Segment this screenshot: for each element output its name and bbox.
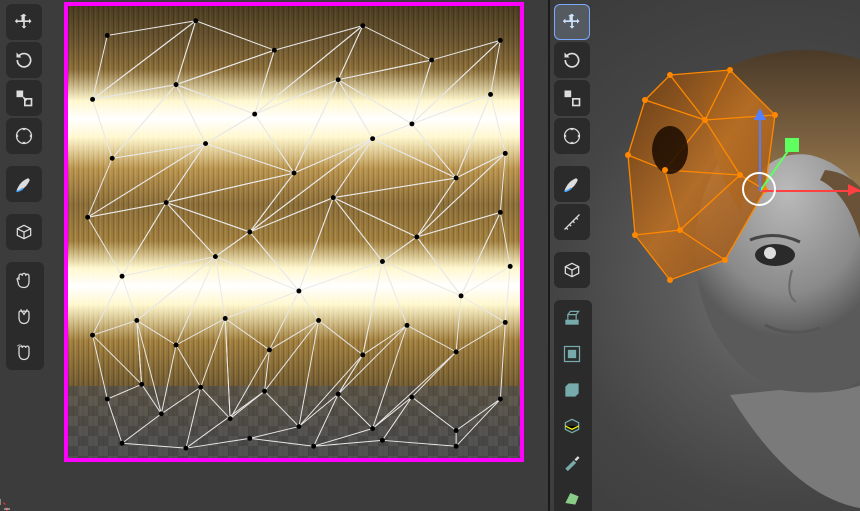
annotate-tool[interactable] xyxy=(6,166,42,202)
loopcut-tool[interactable] xyxy=(554,408,590,444)
cube-icon xyxy=(14,222,34,242)
knife-tool[interactable] xyxy=(554,444,590,480)
viewport-toolbar xyxy=(554,4,592,511)
extrude-tool[interactable] xyxy=(554,300,590,336)
mesh-group xyxy=(554,300,592,511)
uv-toolbar xyxy=(6,4,44,370)
polybuild-tool[interactable] xyxy=(554,480,590,511)
gizmo-x-arrow-icon xyxy=(848,184,860,196)
scale-tool[interactable] xyxy=(6,80,42,116)
polybuild-icon xyxy=(562,488,582,508)
cursor-2d-icon xyxy=(0,497,12,511)
measure-icon xyxy=(562,212,582,232)
scale-tool[interactable] xyxy=(554,80,590,116)
grab-tool[interactable] xyxy=(6,262,42,298)
pinch-icon xyxy=(14,306,34,326)
bevel-icon xyxy=(562,380,582,400)
uv-canvas[interactable] xyxy=(64,2,524,462)
uv-editor-pane xyxy=(0,0,550,511)
pinch-tool[interactable] xyxy=(6,298,42,334)
viewport-pane xyxy=(550,0,860,511)
inset-tool[interactable] xyxy=(554,336,590,372)
translate-gizmo[interactable] xyxy=(700,130,820,250)
uv-mesh-overlay xyxy=(68,6,520,458)
relax-icon xyxy=(14,342,34,362)
relax-tool[interactable] xyxy=(6,334,42,370)
move-icon xyxy=(14,12,34,32)
rotate-icon xyxy=(562,50,582,70)
rotate-tool[interactable] xyxy=(6,42,42,78)
move-tool[interactable] xyxy=(6,4,42,40)
scale-icon xyxy=(562,88,582,108)
inset-icon xyxy=(562,344,582,364)
scale-icon xyxy=(14,88,34,108)
move-tool[interactable] xyxy=(554,4,590,40)
annotate-icon xyxy=(14,174,34,194)
move-icon xyxy=(562,12,582,32)
knife-icon xyxy=(562,452,582,472)
transform-tool[interactable] xyxy=(6,118,42,154)
transform-icon xyxy=(14,126,34,146)
gizmo-center-icon[interactable] xyxy=(742,172,776,206)
grab-icon xyxy=(14,270,34,290)
rotate-tool[interactable] xyxy=(554,42,590,78)
bevel-tool[interactable] xyxy=(554,372,590,408)
cube-tool[interactable] xyxy=(6,214,42,250)
rotate-icon xyxy=(14,50,34,70)
measure-tool[interactable] xyxy=(554,204,590,240)
annotate-icon xyxy=(562,174,582,194)
transform-icon xyxy=(562,126,582,146)
annotate-tool[interactable] xyxy=(554,166,590,202)
sculpt-group xyxy=(6,262,44,370)
add-cube-tool[interactable] xyxy=(554,252,590,288)
app-root xyxy=(0,0,860,511)
viewport-3d[interactable] xyxy=(550,0,860,511)
cube-icon xyxy=(562,260,582,280)
gizmo-y-handle-icon xyxy=(785,138,799,152)
loopcut-icon xyxy=(562,416,582,436)
gizmo-z-arrow-icon xyxy=(754,102,766,120)
transform-tool[interactable] xyxy=(554,118,590,154)
extrude-icon xyxy=(562,308,582,328)
